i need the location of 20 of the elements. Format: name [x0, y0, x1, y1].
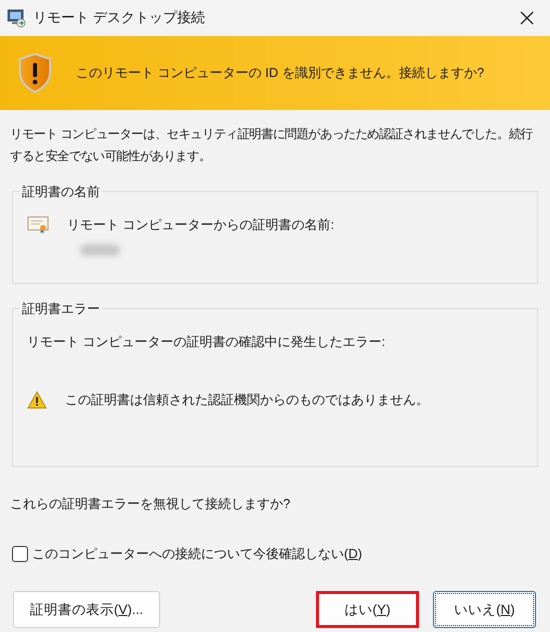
question-text: これらの証明書エラーを無視して接続しますか?	[10, 495, 292, 513]
checkbox-label: このコンピューターへの接続について今後確認しない(D)	[32, 545, 362, 563]
view-certificate-button[interactable]: 証明書の表示(V)...	[13, 591, 160, 628]
app-icon	[7, 8, 27, 28]
certificate-name-label: リモート コンピューターからの証明書の名前:	[67, 216, 334, 234]
certificate-icon	[27, 216, 49, 234]
dialog-button[interactable]: いいえ(N)	[433, 591, 536, 628]
warning-icon	[27, 391, 47, 409]
window-title: リモート デスクトップ接続	[33, 9, 206, 27]
close-icon	[520, 11, 534, 25]
warning-shield-icon	[18, 53, 52, 93]
group-title: 証明書の名前	[20, 183, 102, 201]
description-text: リモート コンピューターは、セキュリティ証明書に問題があったため認証されませんでした。続行すると安全でない可能性があります。	[10, 126, 534, 165]
dont-ask-checkbox[interactable]: このコンピューターへの接続について今後確認しない(D)	[12, 545, 550, 563]
error-intro-text: リモート コンピューターの証明書の確認中に発生したエラー:	[27, 333, 386, 351]
dialog-button[interactable]: はい(Y)	[316, 591, 419, 628]
checkbox[interactable]	[12, 546, 28, 562]
group-title: 証明書エラー	[20, 300, 102, 318]
banner-message: このリモート コンピューターの ID を識別できません。接続しますか?	[76, 64, 484, 82]
error-text: この証明書は信頼された認証機関からのものではありません。	[65, 391, 429, 409]
